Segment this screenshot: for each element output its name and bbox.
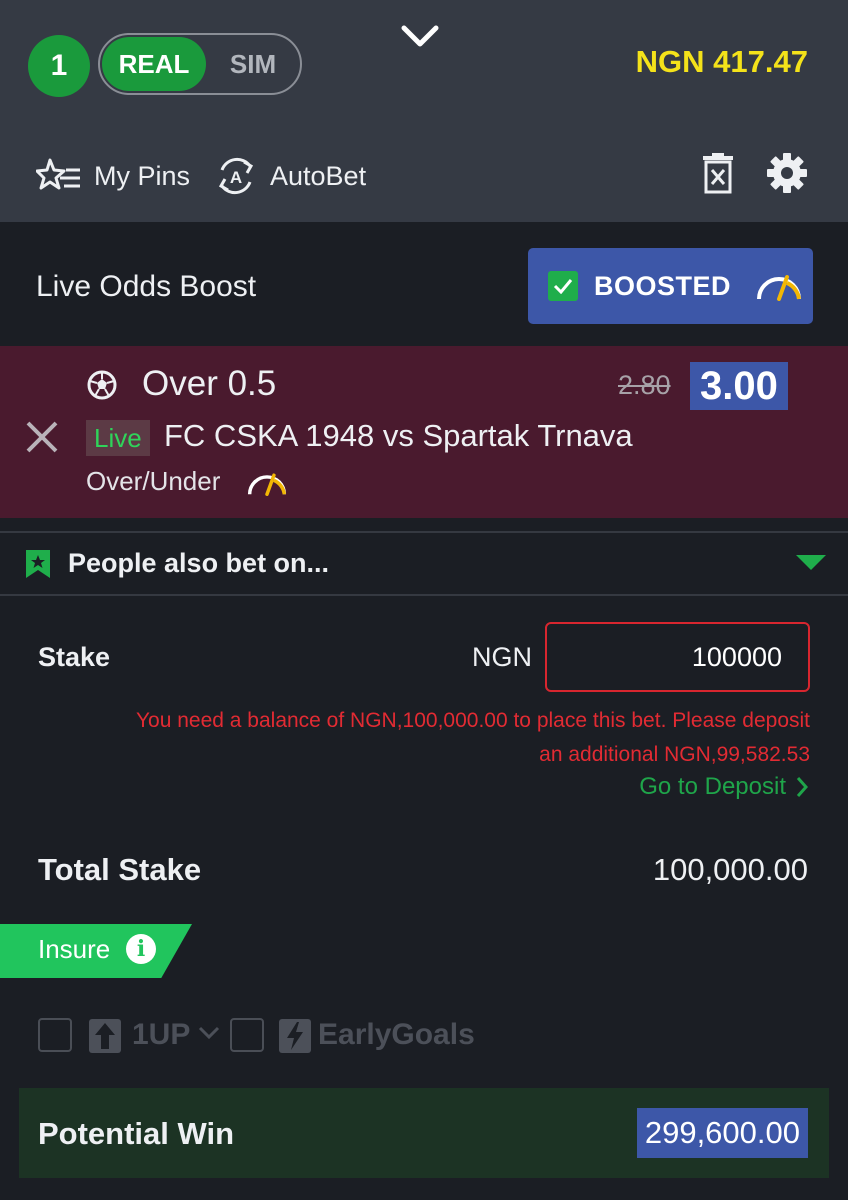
error-line-2: an additional NGN,99,582.53 — [539, 743, 810, 766]
one-up-label: 1UP — [132, 1018, 191, 1051]
original-odds: 2.80 — [618, 370, 671, 400]
my-pins-button[interactable]: My Pins — [36, 150, 190, 202]
gear-icon[interactable] — [766, 152, 808, 194]
chevron-right-icon — [796, 777, 808, 797]
people-also-bet-label: People also bet on... — [68, 548, 330, 578]
match-name: FC CSKA 1948 vs Spartak Trnava — [164, 418, 633, 453]
autobet-button[interactable]: A AutoBet — [214, 150, 366, 202]
clear-slip-icon[interactable] — [700, 153, 736, 195]
stake-currency: NGN — [472, 642, 532, 672]
total-stake-label: Total Stake — [38, 852, 202, 887]
stake-input[interactable] — [545, 622, 810, 692]
bet-type: Over/Under — [86, 466, 221, 496]
mode-real-option[interactable]: REAL — [102, 37, 206, 91]
info-icon[interactable]: i — [126, 934, 156, 964]
early-goals-label: EarlyGoals — [318, 1018, 475, 1051]
live-badge: Live — [86, 420, 150, 456]
autobet-icon: A — [218, 157, 254, 195]
potential-win-value: 299,600.00 — [636, 1108, 808, 1158]
svg-text:A: A — [230, 168, 242, 187]
one-up-checkbox[interactable] — [38, 1018, 72, 1052]
odds-boost-label: Live Odds Boost — [36, 270, 257, 303]
insufficient-balance-error: You need a balance of NGN,100,000.00 to … — [40, 704, 810, 772]
pin-star-icon — [36, 158, 80, 190]
go-to-deposit-link[interactable]: Go to Deposit — [639, 773, 808, 801]
lightning-icon — [279, 1019, 311, 1053]
boosted-label: BOOSTED — [594, 270, 732, 301]
potential-win-label: Potential Win — [38, 1116, 235, 1151]
error-line-1: You need a balance of NGN,100,000.00 to … — [135, 709, 810, 732]
checkbox-checked-icon — [548, 271, 578, 301]
my-pins-label: My Pins — [94, 160, 191, 191]
selection-count-badge: 1 — [28, 35, 90, 97]
early-goals-checkbox[interactable] — [230, 1018, 264, 1052]
selection-market: Over 0.5 — [142, 364, 277, 403]
total-stake-value: 100,000.00 — [652, 852, 808, 887]
caret-down-icon[interactable] — [796, 555, 826, 571]
mode-sim-option[interactable]: SIM — [208, 37, 298, 91]
autobet-label: AutoBet — [270, 160, 367, 191]
boosted-button[interactable]: BOOSTED — [528, 248, 813, 324]
close-icon[interactable] — [25, 420, 59, 454]
account-balance: NGN 417.47 — [635, 44, 808, 79]
stake-label: Stake — [38, 642, 111, 672]
one-up-icon — [89, 1019, 121, 1053]
chevron-down-icon[interactable] — [400, 22, 440, 50]
real-sim-toggle[interactable]: REAL SIM — [98, 33, 302, 95]
speedometer-icon — [757, 275, 802, 301]
speedometer-icon — [247, 473, 287, 496]
insure-label: Insure — [38, 934, 111, 964]
soccer-ball-icon — [87, 370, 117, 400]
chevron-down-icon[interactable] — [198, 1026, 220, 1040]
boosted-odds: 3.00 — [690, 362, 788, 410]
bookmark-icon — [26, 550, 50, 578]
deposit-link-label: Go to Deposit — [639, 773, 786, 800]
